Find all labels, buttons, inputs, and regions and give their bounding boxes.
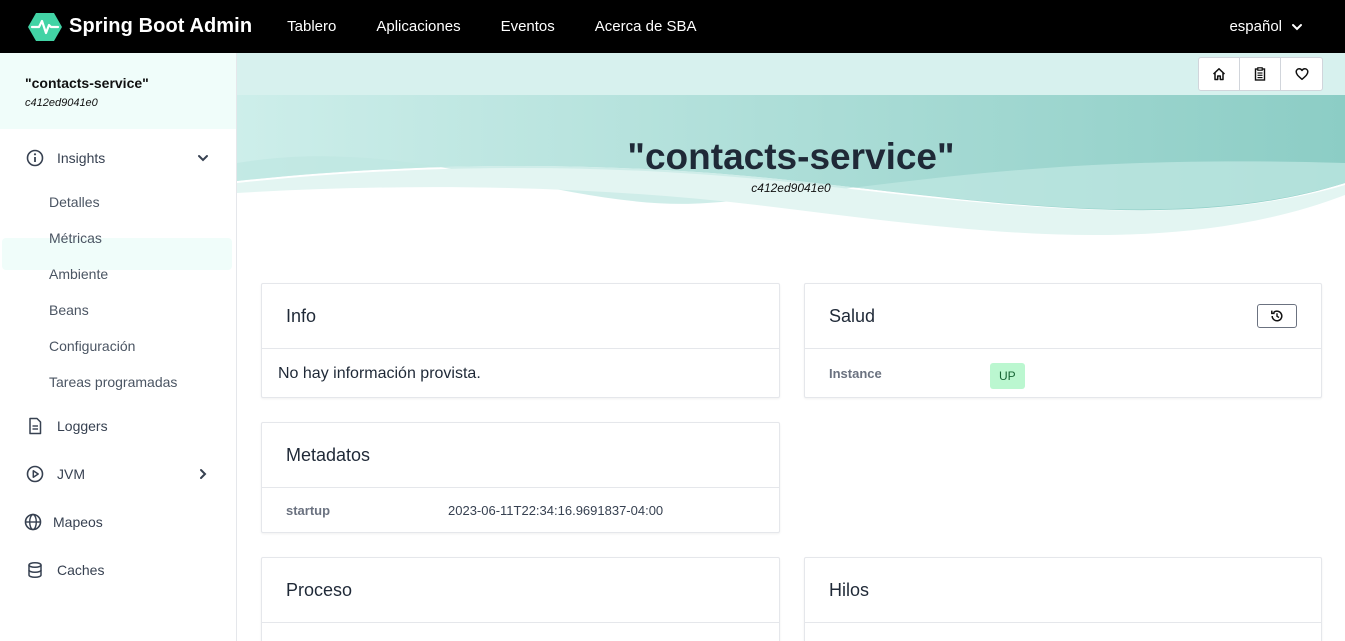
sidebar-active-highlight	[2, 238, 232, 270]
sidebar-group-label: Caches	[57, 562, 105, 578]
sidebar-group-caches[interactable]: Caches	[0, 559, 237, 581]
clipboard-icon	[1254, 67, 1266, 81]
metadata-card-title: Metadatos	[262, 423, 779, 488]
top-navbar: Spring Boot Admin Tablero Aplicaciones E…	[0, 0, 1345, 53]
info-card-title: Info	[262, 284, 779, 349]
health-button[interactable]	[1281, 58, 1322, 90]
info-empty-message: No hay información provista.	[278, 365, 481, 382]
sidebar-group-label: Mapeos	[53, 514, 103, 530]
sidebar: "contacts-service" c412ed9041e0 Insights…	[0, 53, 237, 641]
process-card-title: Proceso	[262, 558, 779, 623]
play-circle-icon	[26, 465, 44, 483]
sidebar-group-insights[interactable]: Insights	[0, 147, 237, 169]
health-card-header: Salud	[805, 284, 1321, 349]
sidebar-group-label: JVM	[57, 466, 85, 482]
health-card: Salud Instance UP	[804, 283, 1322, 398]
nav-link-tablero[interactable]: Tablero	[287, 18, 336, 35]
globe-icon	[24, 513, 42, 531]
metadata-value: 2023-06-11T22:34:16.9691837-04:00	[448, 503, 664, 518]
process-card: Proceso	[261, 557, 780, 641]
home-button[interactable]	[1199, 58, 1240, 90]
health-card-title: Salud	[829, 305, 876, 326]
sidebar-group-label: Loggers	[57, 418, 108, 434]
database-icon	[28, 561, 42, 579]
chevron-right-icon	[200, 469, 207, 479]
document-icon	[29, 417, 42, 435]
nav-link-eventos[interactable]: Eventos	[501, 18, 555, 35]
nav-link-acerca[interactable]: Acerca de SBA	[595, 18, 697, 35]
chevron-down-icon	[198, 155, 208, 162]
sidebar-group-jvm[interactable]: JVM	[0, 463, 237, 485]
sidebar-item-metricas[interactable]: Métricas	[49, 230, 102, 246]
sidebar-item-beans[interactable]: Beans	[49, 302, 89, 318]
sidebar-header: "contacts-service" c412ed9041e0	[0, 53, 236, 129]
nav-link-aplicaciones[interactable]: Aplicaciones	[376, 18, 460, 35]
metadata-card: Metadatos startup 2023-06-11T22:34:16.96…	[261, 422, 780, 533]
sidebar-item-tareas-programadas[interactable]: Tareas programadas	[49, 374, 177, 390]
status-badge: UP	[990, 363, 1025, 389]
brand[interactable]: Spring Boot Admin	[28, 12, 252, 42]
journal-button[interactable]	[1240, 58, 1281, 90]
heart-icon	[1294, 68, 1309, 81]
threads-card-title: Hilos	[805, 558, 1321, 623]
sidebar-app-name: "contacts-service"	[25, 75, 149, 91]
sidebar-item-ambiente[interactable]: Ambiente	[49, 266, 108, 282]
sidebar-item-detalles[interactable]: Detalles	[49, 194, 100, 210]
language-label: español	[1229, 18, 1282, 35]
home-icon	[1212, 68, 1226, 81]
hero-subtitle: c412ed9041e0	[751, 181, 831, 195]
sidebar-instance-id: c412ed9041e0	[25, 97, 98, 109]
sidebar-group-label: Insights	[57, 150, 106, 166]
info-circle-icon	[26, 149, 44, 167]
health-instance-label: Instance	[829, 366, 882, 381]
language-dropdown[interactable]: español	[1229, 0, 1303, 53]
metadata-key: startup	[286, 503, 331, 518]
info-card: Info No hay información provista.	[261, 283, 780, 398]
hero-banner: "contacts-service" c412ed9041e0	[237, 53, 1345, 268]
sidebar-item-configuracion[interactable]: Configuración	[49, 338, 135, 354]
health-history-button[interactable]	[1257, 304, 1297, 328]
history-icon	[1271, 310, 1283, 322]
sidebar-group-mapeos[interactable]: Mapeos	[0, 511, 237, 533]
chevron-down-icon	[1292, 23, 1302, 30]
sidebar-group-loggers[interactable]: Loggers	[0, 415, 237, 437]
hero-title: "contacts-service"	[627, 136, 955, 177]
main-content: "contacts-service" c412ed9041e0 Info No …	[237, 53, 1345, 641]
threads-card: Hilos	[804, 557, 1322, 641]
heartbeat-hexagon-icon	[28, 12, 62, 41]
instance-toolbar	[1198, 57, 1323, 91]
brand-title: Spring Boot Admin	[69, 15, 253, 37]
